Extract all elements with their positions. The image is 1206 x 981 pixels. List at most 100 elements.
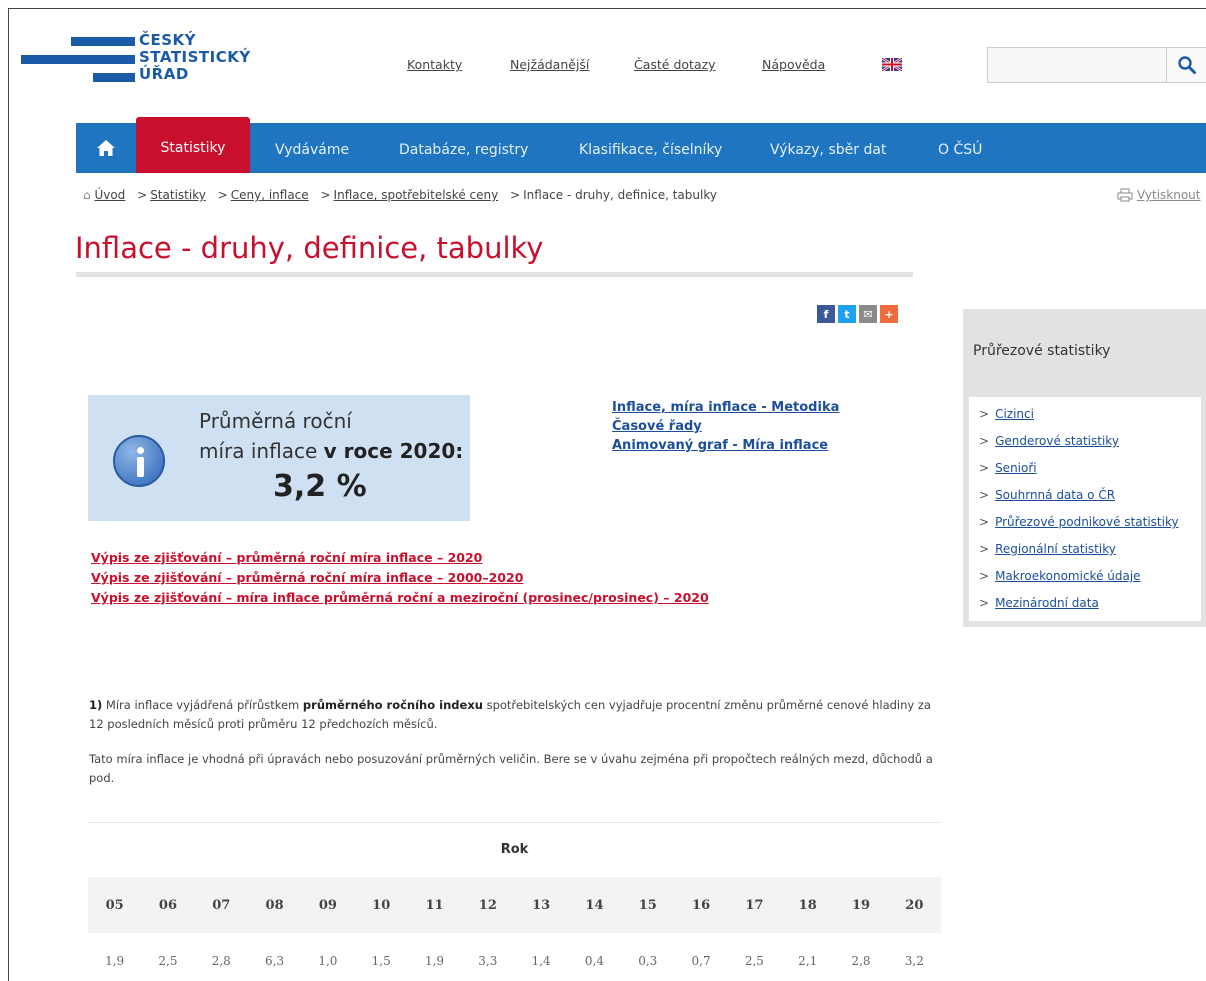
survey-links: Výpis ze zjišťování – průměrná roční mír… bbox=[91, 548, 709, 608]
nav-item-vydavame[interactable]: Vydáváme bbox=[275, 123, 349, 173]
methodology-links: Inflace, míra inflace - Metodika Časové … bbox=[612, 398, 839, 455]
table-header-rok: Rok bbox=[500, 842, 529, 857]
link-vypis-prosinec[interactable]: Výpis ze zjišťování – míra inflace průmě… bbox=[91, 588, 709, 608]
value-cell: 1,9 bbox=[424, 954, 445, 968]
link-animovany-graf[interactable]: Animovaný graf - Míra inflace bbox=[612, 436, 839, 455]
paragraph-usage: Tato míra inflace je vhodná při úpravách… bbox=[89, 752, 933, 785]
value-cell: 1,5 bbox=[371, 954, 391, 968]
sidebar: Průřezové statistiky > Cizinci > Genderové… bbox=[963, 309, 1206, 627]
facebook-icon[interactable]: f bbox=[817, 305, 835, 323]
sidebar-item-genderove[interactable]: Genderové statistiky bbox=[995, 434, 1119, 448]
value-cell: 0,4 bbox=[584, 954, 605, 968]
logo-line3: ÚŘAD bbox=[139, 65, 189, 83]
inflation-info-box: Průměrná roční míra inflace v roce 2020:… bbox=[88, 395, 470, 521]
sidebar-item-souhrnna-data[interactable]: Souhrnná data o ČR bbox=[995, 488, 1115, 502]
sidebar-item-cizinci[interactable]: Cizinci bbox=[995, 407, 1034, 421]
main-nav: Statistiky Vydáváme Databáze, registry K… bbox=[76, 117, 1206, 173]
link-nejzadanejsi[interactable]: Nejžádanější bbox=[510, 57, 589, 72]
search-box bbox=[987, 47, 1206, 83]
sidebar-item: > Genderové statistiky bbox=[979, 434, 1119, 448]
table-row-years: 05 06 07 08 09 10 11 12 13 14 15 16 17 1… bbox=[88, 877, 941, 933]
inflation-value: 3,2 % bbox=[273, 469, 367, 504]
breadcrumb-ceny-inflace[interactable]: Ceny, inflace bbox=[231, 188, 309, 202]
year-cell: 16 bbox=[692, 897, 711, 913]
sidebar-item: > Průřezové podnikové statistiky bbox=[979, 515, 1179, 529]
value-cell: 0,3 bbox=[638, 954, 658, 968]
footnote-number: 1) bbox=[89, 698, 103, 712]
title-divider bbox=[76, 272, 913, 277]
twitter-icon[interactable]: t bbox=[838, 305, 856, 323]
link-vypis-2000-2020[interactable]: Výpis ze zjišťování – průměrná roční mír… bbox=[91, 568, 709, 588]
link-napoveda[interactable]: Nápověda bbox=[762, 57, 825, 72]
link-kontakty[interactable]: Kontakty bbox=[407, 57, 462, 72]
info-icon bbox=[113, 435, 165, 487]
logo-line2: STATISTICKÝ bbox=[139, 48, 251, 66]
value-cell: 0,7 bbox=[691, 954, 711, 968]
sidebar-item-seniori[interactable]: Senioři bbox=[995, 461, 1037, 475]
sidebar-item: > Mezinárodní data bbox=[979, 596, 1099, 610]
value-cell: 3,2 bbox=[904, 954, 924, 968]
info-line2: míra inflace v roce 2020: bbox=[199, 439, 464, 463]
value-cell: 1,0 bbox=[318, 954, 338, 968]
value-cell: 1,4 bbox=[531, 954, 551, 968]
sidebar-item: > Senioři bbox=[979, 461, 1037, 475]
value-cell: 2,8 bbox=[211, 954, 231, 968]
share-buttons: f t ✉ + bbox=[817, 305, 898, 323]
nav-item-statistiky[interactable]: Statistiky bbox=[136, 117, 250, 173]
english-flag-icon[interactable] bbox=[882, 58, 902, 71]
nav-item-klasifikace[interactable]: Klasifikace, číselníky bbox=[579, 123, 722, 173]
nav-item-o-csu[interactable]: O ČSÚ bbox=[938, 123, 982, 173]
sidebar-item-mezinarodni[interactable]: Mezinárodní data bbox=[995, 596, 1099, 610]
year-cell: 08 bbox=[265, 897, 284, 913]
bold-term: průměrného ročního indexu bbox=[302, 698, 483, 712]
print-label: Vytisknout bbox=[1137, 188, 1201, 202]
breadcrumb-separator: > bbox=[510, 188, 521, 202]
sidebar-item-regionalni[interactable]: Regionální statistiky bbox=[995, 542, 1116, 556]
sidebar-list-box: > Cizinci > Genderové statistiky > Senioři … bbox=[969, 397, 1201, 621]
year-cell: 12 bbox=[478, 897, 497, 913]
sidebar-item-podnikove[interactable]: Průřezové podnikové statistiky bbox=[995, 515, 1179, 529]
breadcrumb-separator: > bbox=[217, 188, 228, 202]
sidebar-item: > Cizinci bbox=[979, 407, 1034, 421]
search-button[interactable] bbox=[1166, 48, 1206, 82]
sidebar-item: > Regionální statistiky bbox=[979, 542, 1116, 556]
link-metodika[interactable]: Inflace, míra inflace - Metodika bbox=[612, 398, 839, 417]
nav-item-vykazy[interactable]: Výkazy, sběr dat bbox=[770, 123, 886, 173]
home-button[interactable] bbox=[76, 123, 136, 173]
year-cell: 15 bbox=[638, 897, 657, 913]
year-cell: 10 bbox=[372, 897, 391, 913]
link-casove-rady[interactable]: Časové řady bbox=[612, 417, 839, 436]
sidebar-heading: Průřezové statistiky bbox=[973, 343, 1111, 359]
share-plus-icon[interactable]: + bbox=[880, 305, 898, 323]
year-cell: 19 bbox=[851, 897, 871, 913]
print-link[interactable]: Vytisknout bbox=[1117, 188, 1201, 202]
csu-logo[interactable]: ČESKÝ STATISTICKÝ ÚŘAD bbox=[21, 33, 261, 93]
info-line1: Průměrná roční bbox=[199, 409, 352, 433]
year-cell: 14 bbox=[585, 897, 604, 913]
link-vypis-2020[interactable]: Výpis ze zjišťování – průměrná roční mír… bbox=[91, 548, 709, 568]
breadcrumb-current: Inflace - druhy, definice, tabulky bbox=[523, 188, 717, 202]
logo-line1: ČESKÝ bbox=[139, 31, 197, 49]
link-caste-dotazy[interactable]: Časté dotazy bbox=[634, 57, 716, 72]
year-cell: 17 bbox=[745, 897, 764, 913]
breadcrumb-separator: > bbox=[320, 188, 331, 202]
year-cell: 13 bbox=[532, 897, 551, 913]
breadcrumb-statistiky[interactable]: Statistiky bbox=[150, 188, 206, 202]
value-cell: 2,1 bbox=[798, 954, 818, 968]
breadcrumb-uvod[interactable]: Úvod bbox=[94, 188, 125, 202]
page-title: Inflace - druhy, definice, tabulky bbox=[75, 231, 544, 265]
year-cell: 20 bbox=[905, 897, 924, 913]
nav-item-databaze[interactable]: Databáze, registry bbox=[399, 123, 528, 173]
search-input[interactable] bbox=[988, 48, 1166, 82]
sidebar-item-makroekonomicke[interactable]: Makroekonomické údaje bbox=[995, 569, 1141, 583]
breadcrumb-spotrebitelske-ceny[interactable]: Inflace, spotřebitelské ceny bbox=[334, 188, 499, 202]
year-cell: 09 bbox=[318, 897, 337, 913]
page-frame: ČESKÝ STATISTICKÝ ÚŘAD Kontakty Nejžádan… bbox=[8, 8, 1206, 981]
printer-icon bbox=[1117, 188, 1133, 202]
email-icon[interactable]: ✉ bbox=[859, 305, 877, 323]
year-cell: 05 bbox=[105, 897, 124, 913]
table-row-values: 1,9 2,5 2,8 6,3 1,0 1,5 1,9 3,3 1,4 0,4 … bbox=[88, 933, 941, 981]
breadcrumb-separator: > bbox=[137, 188, 148, 202]
inflation-table: Rok 05 06 07 08 09 10 11 12 13 14 15 16 … bbox=[88, 822, 941, 981]
sidebar-item: > Souhrnná data o ČR bbox=[979, 488, 1116, 502]
